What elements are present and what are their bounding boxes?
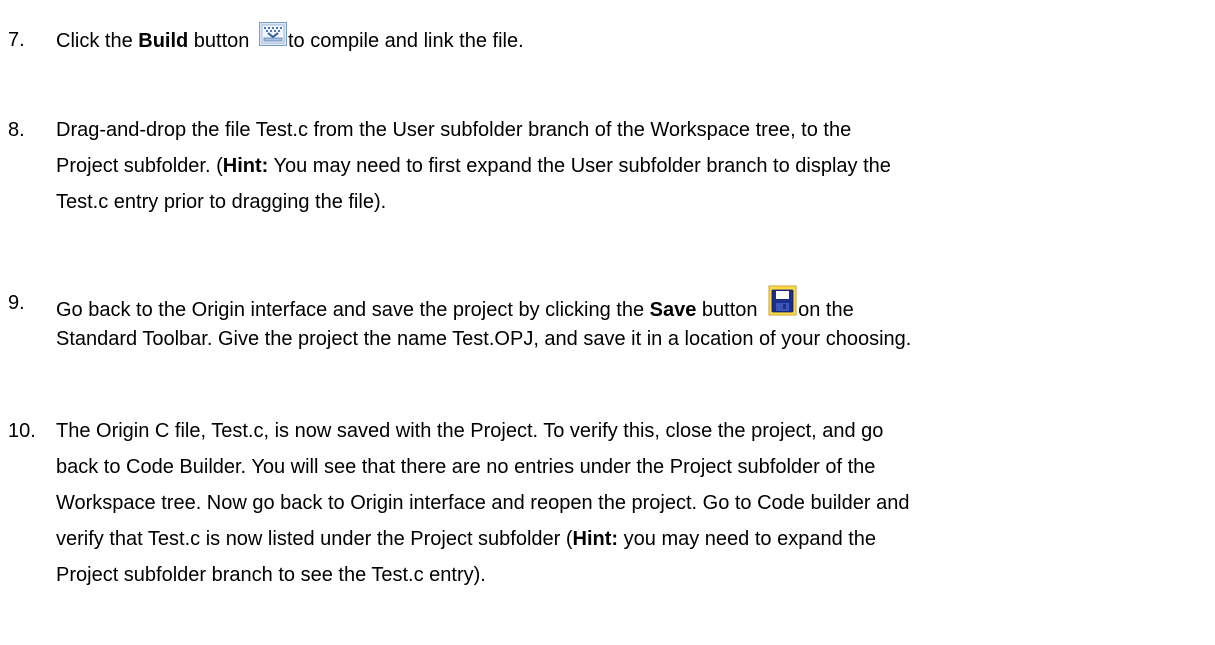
bold-term: Hint: xyxy=(572,528,619,550)
text-run: Click the xyxy=(56,30,139,52)
step-text: The Origin C file, Test.c, is now saved … xyxy=(56,413,1206,593)
step-line: The Origin C file, Test.c, is now saved … xyxy=(56,420,884,442)
step-line: Project subfolder branch to see the Test… xyxy=(56,564,486,586)
bold-term: Save xyxy=(649,299,697,321)
step-line: Standard Toolbar. Give the project the n… xyxy=(56,328,912,350)
step-line: Test.c entry prior to dragging the file)… xyxy=(56,191,387,213)
step-line: Go back to the Origin interface and save… xyxy=(56,285,1206,321)
step-text: Drag-and-drop the file Test.c from the U… xyxy=(56,112,1206,220)
floppy-disk-icon xyxy=(768,285,798,316)
step-line: Drag-and-drop the file Test.c from the U… xyxy=(56,119,852,141)
build-icon xyxy=(258,22,287,46)
text-run: Go back to the Origin interface and save… xyxy=(56,299,650,321)
bold-term: Build xyxy=(138,30,189,52)
step-number: 10. xyxy=(8,420,36,442)
step-text: Go back to the Origin interface and save… xyxy=(56,285,1206,357)
step-number: 9. xyxy=(8,292,25,314)
text-run: button xyxy=(188,30,255,52)
step-number: 7. xyxy=(8,29,25,51)
text-run: verify that Test.c is now listed under t… xyxy=(56,528,573,550)
step-line: Project subfolder. (Hint: You may need t… xyxy=(56,148,1206,184)
text-run: to compile and link the file. xyxy=(287,30,524,52)
step-number: 8. xyxy=(8,119,25,141)
text-run: button xyxy=(696,299,764,321)
bold-term: Hint: xyxy=(222,155,269,177)
step-line: Workspace tree. Now go back to Origin in… xyxy=(56,492,910,514)
text-run: You may need to first expand the User su… xyxy=(268,155,891,177)
text-run: on the xyxy=(798,299,854,321)
step-line: verify that Test.c is now listed under t… xyxy=(56,521,1206,557)
text-run: you may need to expand the xyxy=(618,528,877,550)
step-line: back to Code Builder. You will see that … xyxy=(56,456,876,478)
step-line: Click the Build button to compile and li… xyxy=(56,22,1206,58)
text-run: Project subfolder. ( xyxy=(56,155,223,177)
step-text: Click the Build button to compile and li… xyxy=(56,22,1206,58)
